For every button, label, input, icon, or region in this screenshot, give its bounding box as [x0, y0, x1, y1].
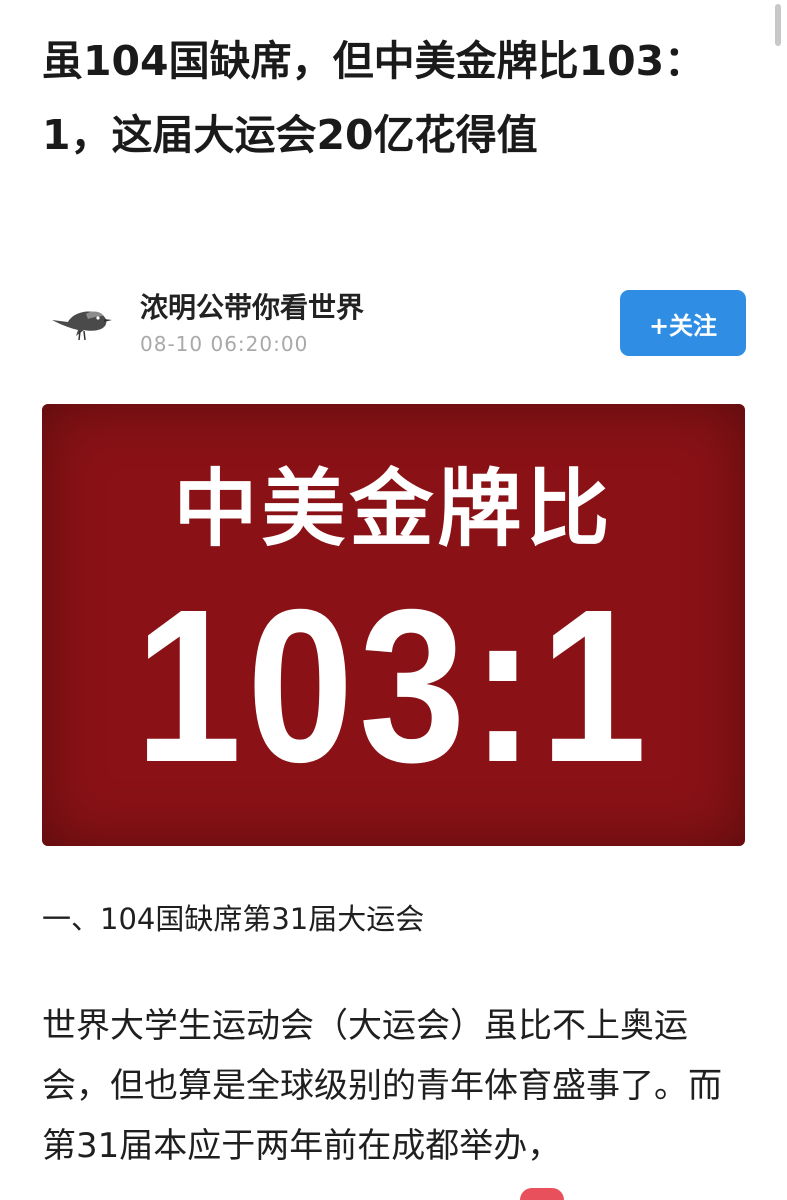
- bird-icon[interactable]: [46, 300, 114, 344]
- hero-heading: 中美金牌比: [173, 460, 614, 558]
- author-name[interactable]: 浓明公带你看世界: [140, 286, 364, 326]
- article-title: 虽104国缺席，但中美金牌比103：1，这届大运会20亿花得值: [42, 37, 706, 159]
- article-page: 虽104国缺席，但中美金牌比103：1，这届大运会20亿花得值 浓明公带你看世界…: [0, 0, 787, 1200]
- post-time: 08-10 06:20:00: [140, 332, 309, 356]
- floating-action-indicator[interactable]: [520, 1188, 564, 1200]
- body-paragraph: 世界大学生运动会（大运会）虽比不上奥运会，但也算是全球级别的青年体育盛事了。而第…: [42, 1006, 722, 1166]
- hero-image: 中美金牌比 103:1: [42, 404, 745, 846]
- scrollbar[interactable]: [775, 4, 781, 46]
- author-row: 浓明公带你看世界 08-10 06:20:00 +关注: [42, 282, 747, 362]
- section-heading: 一、104国缺席第31届大运会: [42, 902, 425, 936]
- follow-button[interactable]: +关注: [620, 290, 746, 356]
- hero-score: 103:1: [134, 565, 653, 808]
